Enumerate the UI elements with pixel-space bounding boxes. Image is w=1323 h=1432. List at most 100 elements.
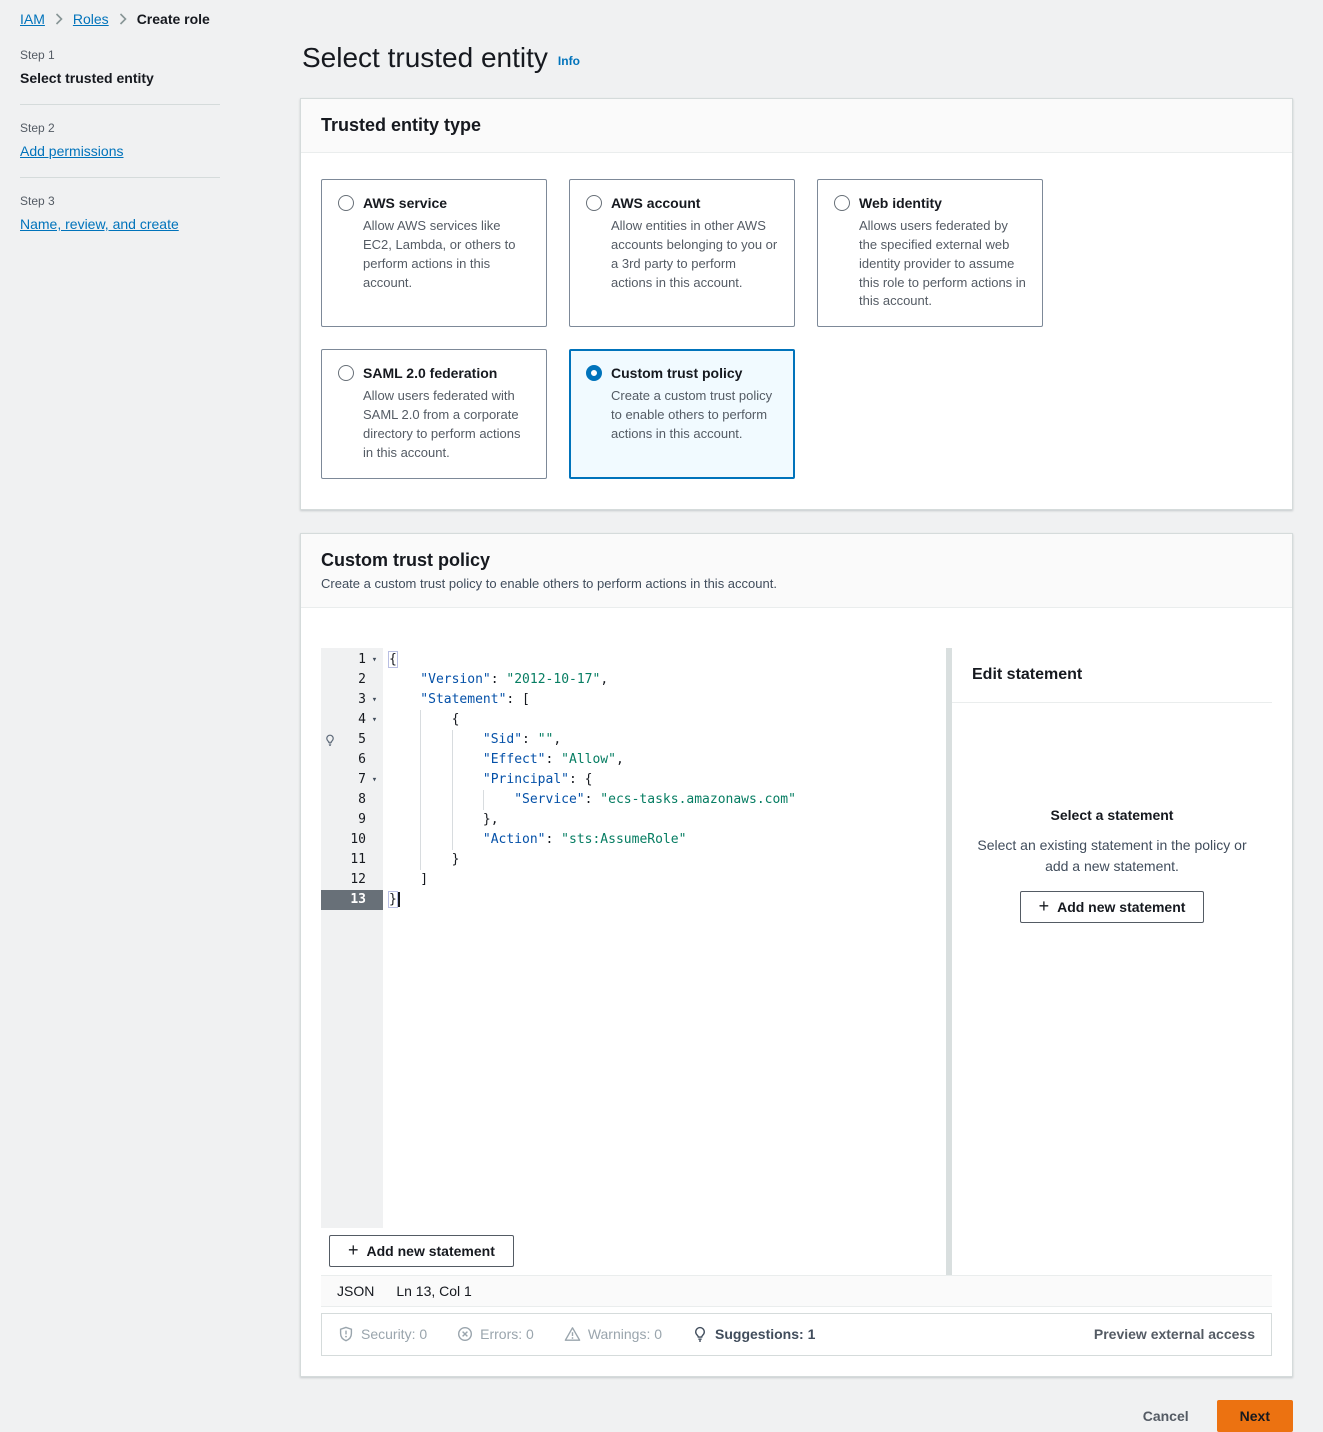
cursor-position: Ln 13, Col 1 [396,1283,472,1299]
step-3-link[interactable]: Name, review, and create [20,216,179,232]
code-line-6[interactable]: 6 "Effect": "Allow", [321,750,946,770]
code-line-5[interactable]: 5 "Sid": "", [321,730,946,750]
validation-bar: Security: 0 Errors: 0 Warnings: 0 Sugges… [321,1313,1272,1356]
line-number: 8 [338,790,366,810]
add-new-statement-label: Add new statement [367,1243,495,1259]
entity-option-web-identity[interactable]: Web identity Allows users federated by t… [817,179,1043,327]
code-text: ] [383,870,428,890]
code-line-10[interactable]: 10"Action": "sts:AssumeRole" [321,830,946,850]
fold-arrow-icon[interactable]: ▾ [366,690,383,710]
entity-option-label: Web identity [859,195,942,211]
cancel-button[interactable]: Cancel [1143,1408,1189,1424]
entity-option-label: Custom trust policy [611,365,742,381]
line-number: 5 [338,730,366,750]
panel-description: Create a custom trust policy to enable o… [321,576,1272,591]
edit-statement-panel: Edit statement Select a statement Select… [952,648,1272,1275]
add-new-statement-label: Add new statement [1057,899,1185,915]
entity-option-description: Allows users federated by the specified … [859,217,1026,311]
editor-pane: 1▾{2"Version": "2012-10-17",3▾"Statement… [321,648,946,1275]
step-1-label: Select trusted entity [20,70,220,86]
code-line-1[interactable]: 1▾{ [321,650,946,670]
entity-option-description: Allow AWS services like EC2, Lambda, or … [363,217,530,292]
code-text: "Principal": { [383,770,592,790]
info-link[interactable]: Info [558,54,580,68]
page-title: Select trusted entity [302,42,548,74]
policy-editor-container: 1▾{2"Version": "2012-10-17",3▾"Statement… [321,648,1272,1275]
radio-unselected-icon[interactable] [338,195,354,211]
entity-option-label: AWS service [363,195,447,211]
entity-option-aws-service[interactable]: AWS service Allow AWS services like EC2,… [321,179,547,327]
radio-selected-icon[interactable] [586,365,602,381]
code-text: } [383,890,400,910]
divider [20,177,220,178]
custom-trust-policy-panel: Custom trust policy Create a custom trus… [300,533,1293,1377]
text-cursor [398,892,400,907]
line-number: 13 [338,890,366,910]
fold-arrow-icon[interactable]: ▾ [366,710,383,730]
fold-arrow-icon[interactable]: ▾ [366,650,383,670]
entity-option-custom-trust-policy[interactable]: Custom trust policy Create a custom trus… [569,349,795,478]
radio-unselected-icon[interactable] [338,365,354,381]
line-number: 3 [338,690,366,710]
gutter-suggestion-lightbulb-icon [321,734,338,746]
code-text: "Effect": "Allow", [383,750,624,770]
editor-language: JSON [337,1283,374,1299]
code-text: "Service": "ecs-tasks.amazonaws.com" [383,790,796,810]
code-text: { [383,710,459,730]
code-line-9[interactable]: 9}, [321,810,946,830]
select-statement-title: Select a statement [976,807,1248,823]
line-number: 2 [338,670,366,690]
chevron-right-icon [55,13,63,25]
code-line-8[interactable]: 8 "Service": "ecs-tasks.amazonaws.com" [321,790,946,810]
line-number: 4 [338,710,366,730]
step-2-number: Step 2 [20,121,220,135]
radio-unselected-icon[interactable] [834,195,850,211]
lightbulb-icon [692,1326,708,1342]
code-line-7[interactable]: 7▾"Principal": { [321,770,946,790]
code-text: "Statement": [ [383,690,530,710]
plus-icon: + [348,1241,359,1259]
warnings-count: Warnings: 0 [564,1326,662,1342]
breadcrumb-iam-link[interactable]: IAM [20,11,45,27]
add-new-statement-button-panel[interactable]: + Add new statement [1020,891,1205,923]
fold-arrow-icon[interactable]: ▾ [366,770,383,790]
line-number: 11 [338,850,366,870]
editor-status-bar: JSON Ln 13, Col 1 [321,1275,1272,1307]
panel-title: Custom trust policy [321,550,1272,571]
code-text: "Sid": "", [383,730,561,750]
line-number: 1 [338,650,366,670]
entity-option-saml-federation[interactable]: SAML 2.0 federation Allow users federate… [321,349,547,478]
code-line-3[interactable]: 3▾"Statement": [ [321,690,946,710]
code-line-12[interactable]: 12] [321,870,946,890]
code-line-13[interactable]: 13} [321,890,946,910]
entity-type-options: AWS service Allow AWS services like EC2,… [321,179,1272,479]
code-line-4[interactable]: 4▾{ [321,710,946,730]
divider [20,104,220,105]
wizard-actions: Cancel Next [300,1400,1293,1432]
entity-option-label: SAML 2.0 federation [363,365,497,381]
trusted-entity-type-panel: Trusted entity type AWS service Allow AW… [300,98,1293,510]
preview-external-access-link[interactable]: Preview external access [1094,1326,1255,1342]
add-new-statement-button-editor[interactable]: + Add new statement [329,1235,514,1267]
code-editor[interactable]: 1▾{2"Version": "2012-10-17",3▾"Statement… [321,648,946,1228]
step-3-number: Step 3 [20,194,220,208]
entity-option-aws-account[interactable]: AWS account Allow entities in other AWS … [569,179,795,327]
plus-icon: + [1039,897,1050,915]
line-number: 6 [338,750,366,770]
entity-option-description: Create a custom trust policy to enable o… [611,387,778,444]
code-line-11[interactable]: 11} [321,850,946,870]
code-line-2[interactable]: 2"Version": "2012-10-17", [321,670,946,690]
next-button[interactable]: Next [1217,1400,1293,1432]
radio-unselected-icon[interactable] [586,195,602,211]
shield-icon [338,1326,354,1342]
breadcrumb: IAM Roles Create role [20,11,210,27]
select-statement-description: Select an existing statement in the poli… [976,835,1248,877]
step-2-link[interactable]: Add permissions [20,143,124,159]
chevron-right-icon [119,13,127,25]
code-lines: 1▾{2"Version": "2012-10-17",3▾"Statement… [321,648,946,910]
panel-title: Trusted entity type [321,115,1272,136]
entity-option-description: Allow users federated with SAML 2.0 from… [363,387,530,462]
line-number: 7 [338,770,366,790]
breadcrumb-roles-link[interactable]: Roles [73,11,109,27]
code-text: { [383,650,397,670]
